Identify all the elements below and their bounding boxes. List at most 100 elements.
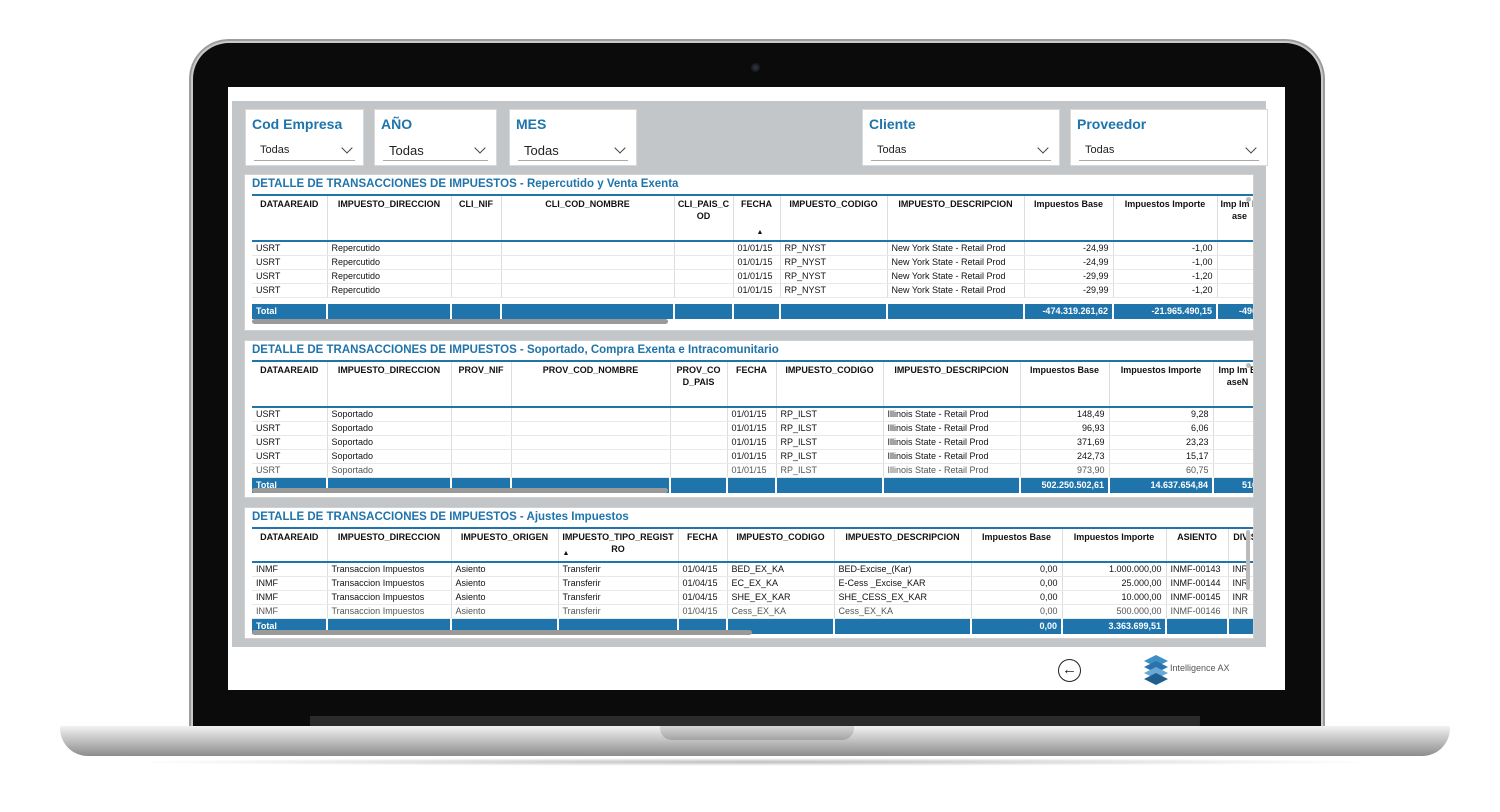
column-header-prov-nif[interactable]: PROV_NIF▼ <box>451 361 512 407</box>
total-row: Total -474.319.261,62-21.965.490,15-496 <box>252 303 1253 319</box>
column-header[interactable]: Impuestos Importe <box>1109 361 1214 407</box>
table-cell: BED-Excise_(Kar) <box>834 562 972 577</box>
table-cell: 25.000,00 <box>1062 576 1167 591</box>
intelligence-ax-logo: Intelligence AX <box>1142 653 1232 687</box>
vertical-scrollbar-handle[interactable] <box>1246 197 1251 202</box>
table-cell: Illinois State - Retail Prod <box>883 421 1021 436</box>
column-header[interactable]: CLI_COD_NOMBRE <box>501 195 675 241</box>
table-cell <box>451 255 502 270</box>
column-header[interactable]: DATAAREAID <box>252 195 328 241</box>
table-row[interactable]: USRT Soportado 01/01/15 RP_ILST Illinois Sta… <box>252 407 1253 422</box>
horizontal-scrollbar[interactable] <box>252 630 752 635</box>
table-cell: 01/01/15 <box>733 255 781 270</box>
table-cell: 0,00 <box>971 590 1063 605</box>
table-row[interactable]: INMF Transaccion Impuestos Asiento Transfer… <box>252 604 1253 619</box>
table-cell: 500.000,00 <box>1062 604 1167 619</box>
column-header[interactable]: IMPUESTO_DIRECCION <box>327 361 452 407</box>
table-row[interactable]: USRT Soportado 01/01/15 RP_ILST Illinois Sta… <box>252 421 1253 436</box>
table-row[interactable]: INMF Transaccion Impuestos Asiento Transfer… <box>252 576 1253 591</box>
table-row[interactable]: USRT Soportado 01/01/15 RP_ILST Illinois Sta… <box>252 463 1253 478</box>
table-cell: 9,28 <box>1109 407 1214 422</box>
column-header[interactable]: IMPUESTO_CODIGO <box>776 361 884 407</box>
vertical-scrollbar-handle[interactable] <box>1246 363 1251 368</box>
table-cell <box>674 283 734 298</box>
logo-text: Intelligence AX <box>1170 663 1230 673</box>
total-cell: 502.250.502,61 <box>1020 477 1110 493</box>
table-cell: INR <box>1228 604 1253 619</box>
table-cell: INR <box>1228 576 1253 591</box>
table-cell: 0,00 <box>971 604 1063 619</box>
table-cell <box>1217 269 1253 284</box>
table-cell: USRT <box>252 255 328 270</box>
table-cell: New York State - Retail Prod <box>887 255 1025 270</box>
column-header[interactable]: FECHA <box>727 361 777 407</box>
table-cell: RP_NYST <box>780 283 888 298</box>
anio-dropdown[interactable]: Todas <box>383 141 488 161</box>
dropdown-value: Todas <box>524 143 559 158</box>
table-row[interactable]: USRT Repercutido 01/01/15 RP_NYST New York S… <box>252 283 1253 298</box>
column-header[interactable]: Impuestos Importe <box>1113 195 1218 241</box>
table-cell: Soportado <box>327 435 452 450</box>
chevron-down-icon <box>614 142 626 154</box>
column-header[interactable]: CLI_NIF <box>451 195 502 241</box>
cod-empresa-dropdown[interactable]: Todas <box>254 141 355 161</box>
back-arrow-button[interactable]: ← <box>1058 659 1081 682</box>
column-header[interactable]: Impuestos Importe <box>1062 528 1167 562</box>
table-cell: Transaccion Impuestos <box>327 576 452 591</box>
table-cell: 01/01/15 <box>733 283 781 298</box>
column-header[interactable]: CLI_PAIS_COD <box>674 195 734 241</box>
table-cell: Illinois State - Retail Prod <box>883 435 1021 450</box>
table-cell: -29,99 <box>1024 269 1114 284</box>
table-row[interactable]: USRT Repercutido 01/01/15 RP_NYST New York S… <box>252 269 1253 284</box>
table-row[interactable]: INMF Transaccion Impuestos Asiento Transfer… <box>252 590 1253 605</box>
column-header[interactable]: IMPUESTO_DIRECCION <box>327 528 452 562</box>
table-cell <box>451 241 502 256</box>
column-header[interactable]: ASIENTO <box>1166 528 1229 562</box>
column-header[interactable]: IMPUESTO_CODIGO <box>727 528 835 562</box>
table-cell: USRT <box>252 269 328 284</box>
column-header[interactable]: Impuestos Base <box>1020 361 1110 407</box>
column-header[interactable]: Impuestos Base <box>971 528 1063 562</box>
mes-dropdown[interactable]: Todas <box>518 141 628 161</box>
cliente-dropdown[interactable]: Todas <box>871 141 1051 161</box>
table-cell: Transferir <box>558 562 679 577</box>
column-header[interactable]: IMPUESTO_DESCRIPCION <box>883 361 1021 407</box>
table-cell: 23,23 <box>1109 435 1214 450</box>
horizontal-scrollbar[interactable] <box>252 319 668 324</box>
vertical-scrollbar[interactable] <box>1246 530 1250 590</box>
table-row[interactable]: USRT Repercutido 01/01/15 RP_NYST New York S… <box>252 241 1253 256</box>
table-row[interactable]: USRT Soportado 01/01/15 RP_ILST Illinois Sta… <box>252 449 1253 464</box>
column-header[interactable]: IMPUESTO_DESCRIPCION <box>887 195 1025 241</box>
table-cell: 01/01/15 <box>727 449 777 464</box>
column-header[interactable]: FECHA <box>678 528 728 562</box>
table-row[interactable]: USRT Repercutido 01/01/15 RP_NYST New York S… <box>252 255 1253 270</box>
column-header[interactable]: IMPUESTO_ORIGEN <box>451 528 559 562</box>
table-row[interactable]: INMF Transaccion Impuestos Asiento Transfer… <box>252 562 1253 577</box>
total-cell <box>883 477 1021 493</box>
table-cell: New York State - Retail Prod <box>887 269 1025 284</box>
table-cell <box>501 283 675 298</box>
column-header[interactable]: DATAAREAID <box>252 528 328 562</box>
table-cell: 60,75 <box>1109 463 1214 478</box>
column-header[interactable]: PROV_COD_PAIS <box>670 361 728 407</box>
table-cell: Transferir <box>558 576 679 591</box>
table-cell <box>1217 241 1253 256</box>
column-header-tipo-registro[interactable]: IMPUESTO_TIPO_REGISTRO ▲ <box>558 528 679 562</box>
table-cell <box>501 241 675 256</box>
column-header-fecha[interactable]: FECHA ▲ <box>733 195 781 241</box>
slicer-title: MES <box>516 116 547 132</box>
column-header[interactable]: IMPUESTO_DESCRIPCION <box>834 528 972 562</box>
table-cell: 1.000.000,00 <box>1062 562 1167 577</box>
column-header[interactable]: Impuestos Base <box>1024 195 1114 241</box>
repercutido-table: DATAAREAID IMPUESTO_DIRECCION CLI_NIF CL… <box>252 194 1253 319</box>
column-header[interactable]: PROV_COD_NOMBRE <box>511 361 671 407</box>
column-header[interactable]: IMPUESTO_DIRECCION <box>327 195 452 241</box>
table-row[interactable]: USRT Soportado 01/01/15 RP_ILST Illinois Sta… <box>252 435 1253 450</box>
column-header[interactable]: DIVIS <box>1228 528 1253 562</box>
total-cell: -474.319.261,62 <box>1024 303 1114 319</box>
column-header[interactable]: DATAAREAID <box>252 361 328 407</box>
column-header[interactable]: IMPUESTO_CODIGO <box>780 195 888 241</box>
horizontal-scrollbar[interactable] <box>252 488 668 493</box>
proveedor-dropdown[interactable]: Todas <box>1079 141 1259 161</box>
table-cell: RP_NYST <box>780 241 888 256</box>
